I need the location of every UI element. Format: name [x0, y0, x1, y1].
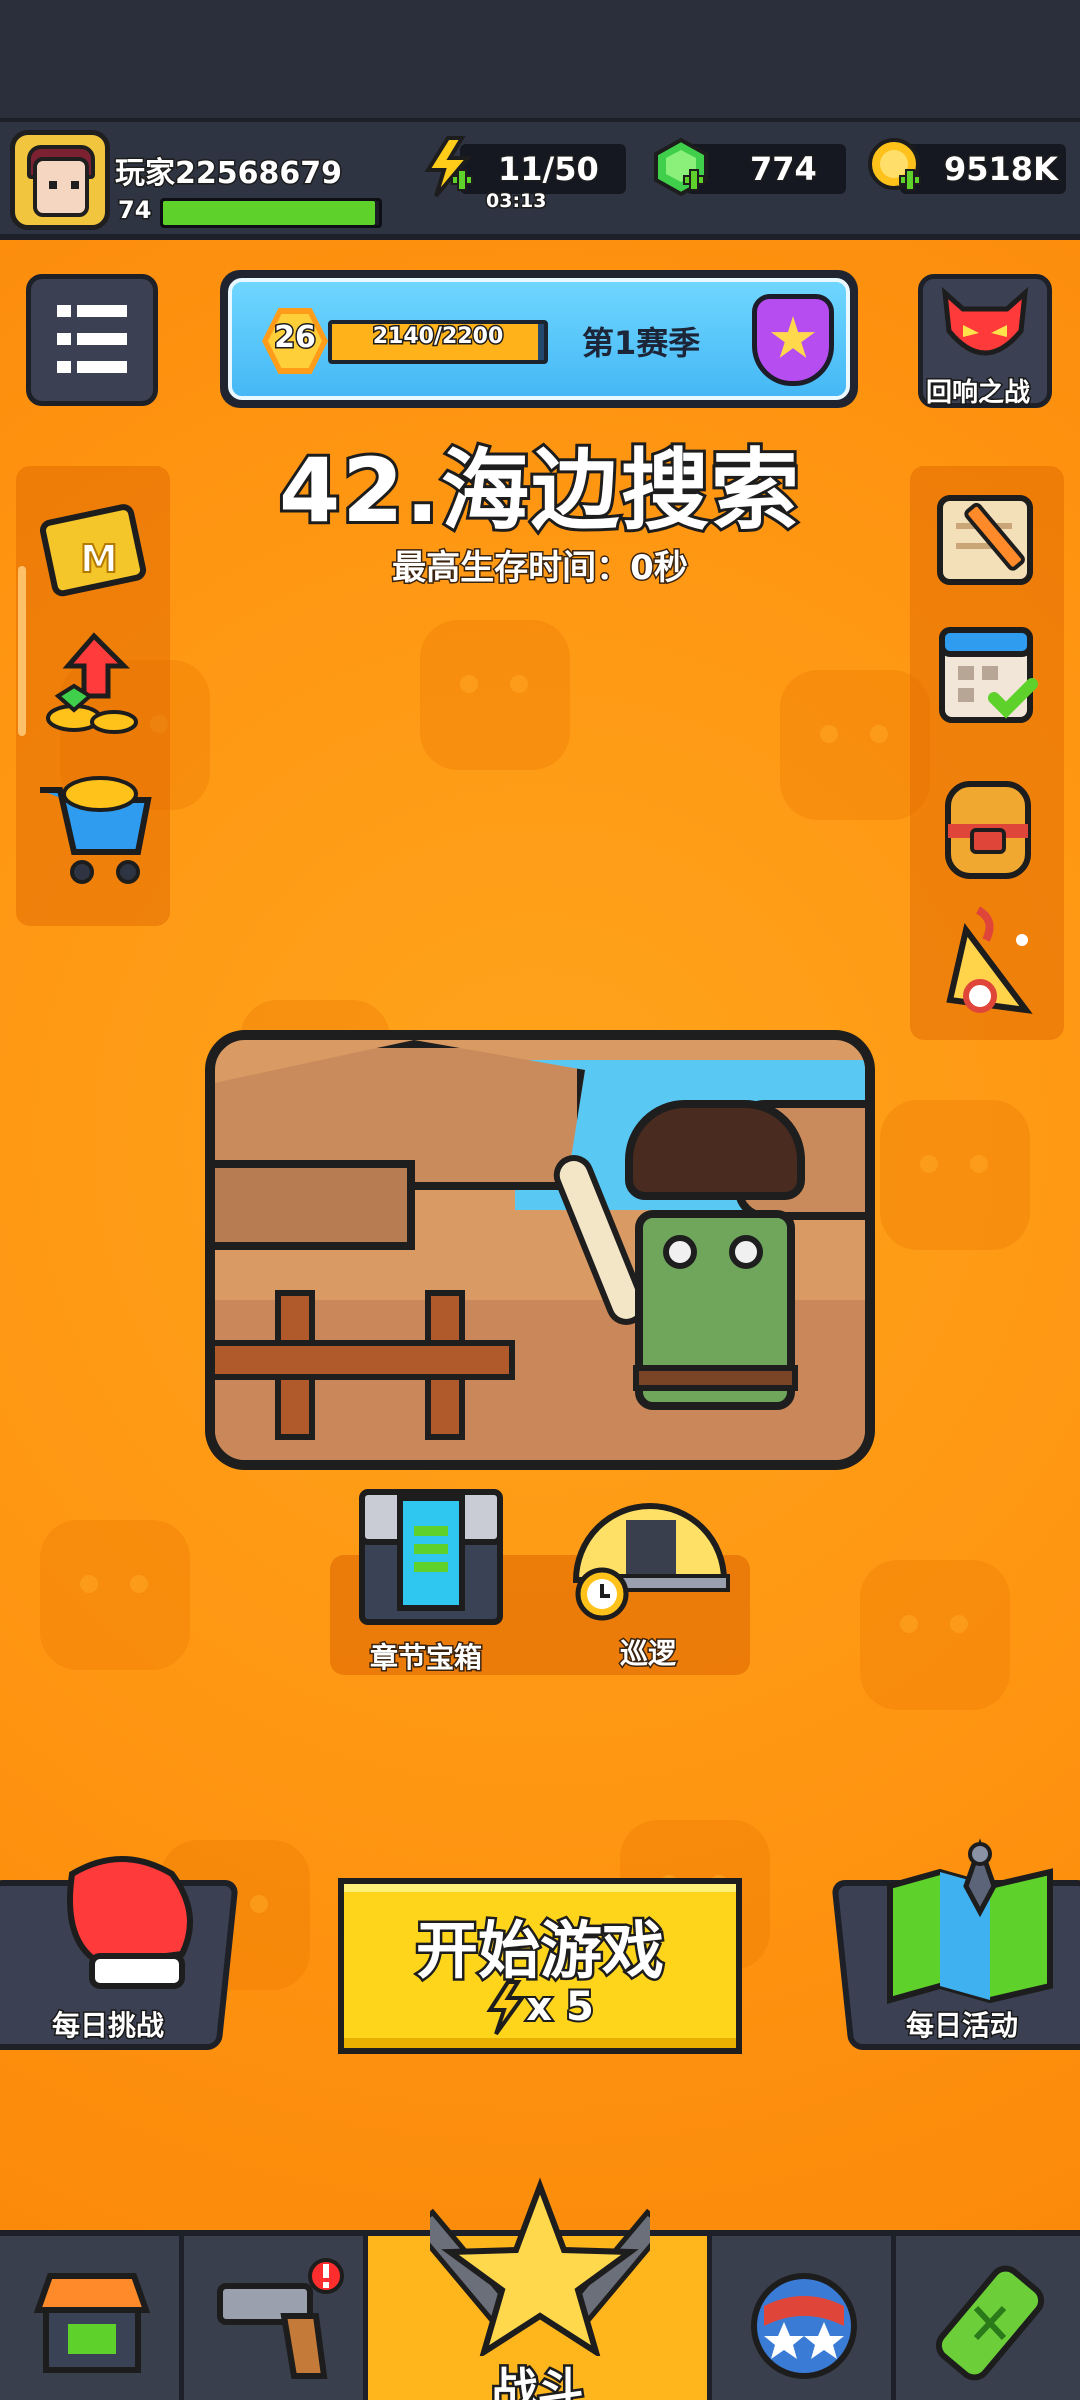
menu-button[interactable]: [26, 274, 158, 406]
system-status-bar: [0, 0, 1080, 118]
season-pass-panel: 26 2140/2200 第1赛季: [228, 278, 850, 400]
calendar-checkin-icon[interactable]: [928, 614, 1048, 734]
svg-text:M: M: [80, 537, 118, 581]
revolver-icon: [217, 2258, 344, 2379]
dna-capsule-icon: [935, 2265, 1045, 2381]
background-pattern: [40, 1520, 190, 1670]
scroll-quest-icon[interactable]: [926, 480, 1048, 596]
patrol-label: 巡逻: [618, 1636, 677, 1672]
bottom-navigation: 战斗: [0, 2177, 1080, 2400]
patrol-clock-icon[interactable]: [566, 1480, 736, 1630]
season-progress-text: 2140/2200: [371, 323, 505, 351]
echo-battle-label: 回响之战: [924, 377, 1031, 410]
storefront-icon: [33, 2273, 151, 2373]
zombie-hair: [625, 1100, 805, 1200]
nav-tab-battle[interactable]: 战斗: [368, 2177, 712, 2400]
daily-event-label: 每日活动: [904, 2008, 1019, 2044]
zombie-eye: [729, 1235, 763, 1269]
nav-battle-label: 战斗: [489, 2361, 586, 2400]
nav-tab-shop[interactable]: [0, 2236, 184, 2400]
season-pass-banner[interactable]: 26 2140/2200 第1赛季: [220, 270, 858, 408]
gold-add-icon[interactable]: [866, 136, 928, 198]
backpack-icon[interactable]: [928, 770, 1048, 886]
left-panel-scrollbar[interactable]: [18, 566, 26, 736]
start-game-energy-cost: x 5: [524, 1982, 596, 2032]
nav-tab-evolution[interactable]: [896, 2236, 1080, 2400]
month-card-icon[interactable]: M: [34, 496, 154, 606]
demon-mask-icon: [941, 286, 1029, 356]
season-title: 第1赛季: [582, 324, 701, 362]
start-game-label: 开始游戏: [413, 1912, 666, 1990]
energy-add-icon[interactable]: [418, 136, 480, 198]
avatar-face: [33, 157, 89, 217]
stage-preview-image[interactable]: [205, 1030, 875, 1470]
chapter-chest-label: 章节宝箱: [368, 1640, 483, 1676]
zombie-belt: [633, 1365, 798, 1391]
background-pattern: [860, 1560, 1010, 1710]
player-avatar[interactable]: [10, 130, 110, 230]
zombie-eye: [663, 1235, 697, 1269]
avatar-eye: [49, 181, 57, 189]
energy-timer: 03:13: [484, 189, 548, 214]
daily-challenge-label: 每日挑战: [50, 2008, 165, 2044]
shop-cart-icon[interactable]: [30, 760, 158, 888]
avatar-eye: [71, 181, 79, 189]
talent-orb-icon: [751, 2273, 857, 2379]
growth-fund-icon[interactable]: [34, 626, 154, 746]
gems-value: 774: [749, 149, 819, 190]
player-level: 74: [116, 195, 152, 226]
boxing-glove-icon: [67, 1856, 193, 1989]
fence-rail: [215, 1340, 515, 1380]
season-level: 26: [273, 319, 318, 357]
player-xp-fill: [163, 201, 375, 225]
gold-value: 9518K: [943, 149, 1060, 190]
party-event-icon[interactable]: [926, 900, 1050, 1030]
treasure-map-icon: [887, 1838, 1053, 2004]
energy-value: 11/50: [497, 149, 601, 190]
player-xp-bar: [160, 198, 382, 228]
gem-add-icon[interactable]: [650, 136, 712, 198]
nav-tab-weapons[interactable]: [184, 2236, 368, 2400]
background-pattern: [880, 1100, 1030, 1250]
list-menu-icon: [57, 305, 127, 373]
background-pattern: [780, 670, 930, 820]
chapter-chest-icon[interactable]: [356, 1486, 506, 1626]
background-pattern: [420, 620, 570, 770]
nav-tab-talents[interactable]: [712, 2236, 896, 2400]
stage-rock: [215, 1160, 415, 1250]
start-game-button[interactable]: 开始游戏 x 5: [338, 1878, 742, 2054]
battle-star-icon: [430, 2177, 650, 2356]
player-name: 玩家22568679: [114, 155, 344, 193]
